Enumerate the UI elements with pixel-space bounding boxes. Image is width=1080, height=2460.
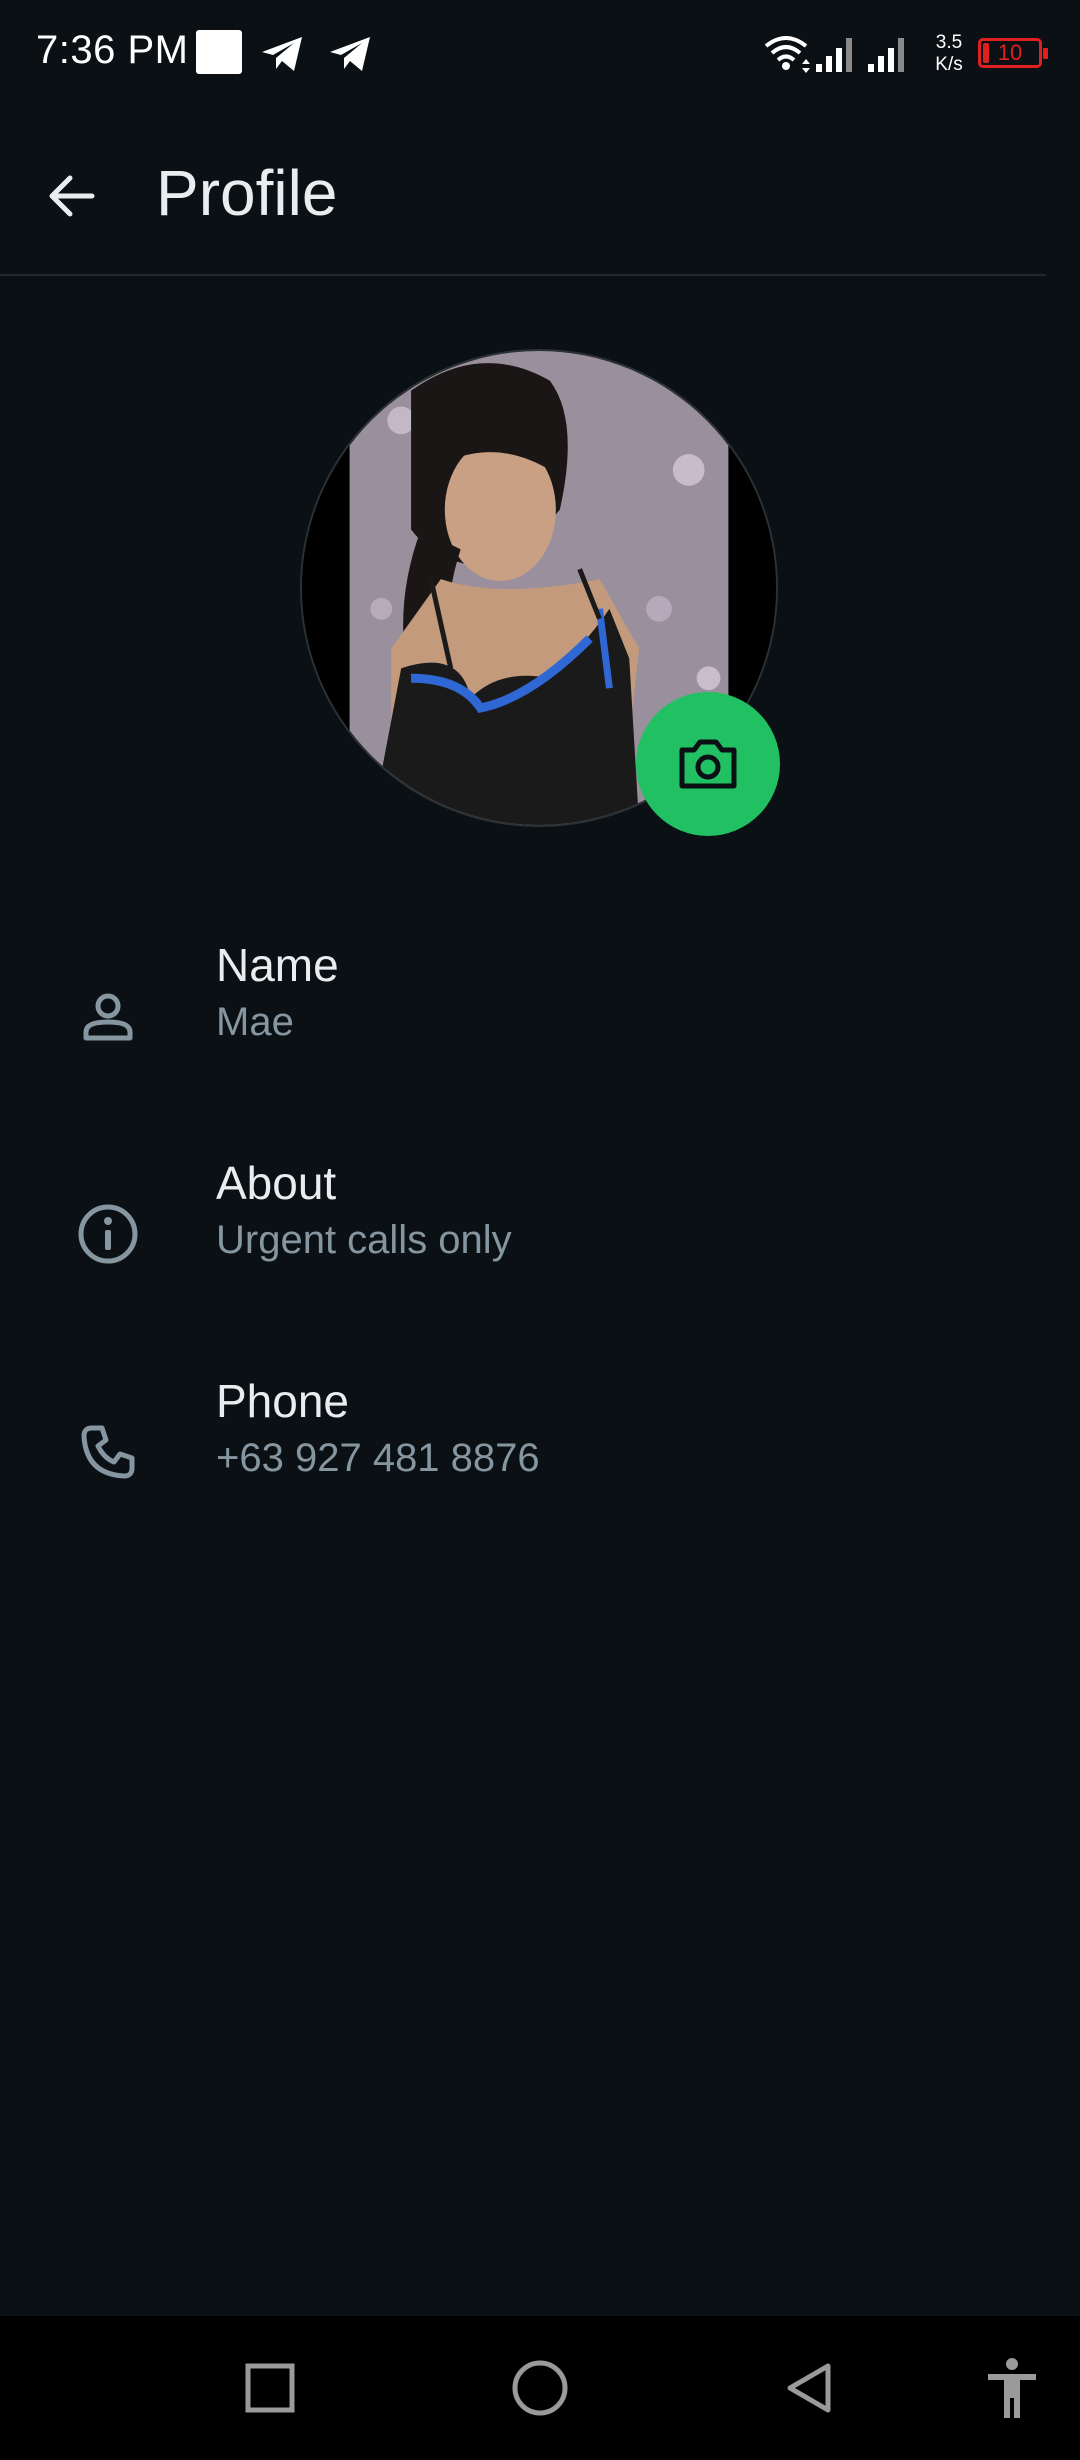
wifi-icon (764, 36, 810, 73)
recents-square-icon (245, 2363, 295, 2413)
navigation-bar (0, 2316, 1080, 2460)
signal-icon (816, 38, 852, 72)
toolbar-divider (0, 274, 1046, 276)
battery-icon: 10 (978, 38, 1048, 68)
network-speed-value: 3.5 (935, 32, 963, 53)
profile-row-about[interactable]: About Urgent calls only (0, 1156, 1080, 1346)
home-button[interactable] (504, 2352, 576, 2424)
nav-back-button[interactable] (774, 2352, 846, 2424)
row-value: +63 927 481 8876 (216, 1436, 540, 1480)
network-speed-unit: K/s (935, 54, 963, 75)
row-label: About (216, 1157, 337, 1209)
phone-icon (68, 1412, 148, 1492)
recents-button[interactable] (234, 2352, 306, 2424)
telegram-icon (330, 37, 370, 71)
person-icon (68, 976, 148, 1056)
row-label: Name (216, 939, 339, 991)
change-photo-button[interactable] (636, 692, 780, 836)
profile-row-name[interactable]: Name Mae (0, 938, 1080, 1128)
battery-level: 10 (997, 40, 1023, 65)
signal-icon (868, 38, 904, 72)
info-icon (68, 1194, 148, 1274)
camera-icon (679, 739, 737, 789)
profile-row-phone[interactable]: Phone +63 927 481 8876 (0, 1374, 1080, 1564)
arrow-left-icon (49, 175, 95, 217)
page-title: Profile (156, 157, 338, 229)
toolbar: Profile (0, 110, 1080, 275)
network-speed: 3.5 K/s (928, 32, 970, 76)
notification-square-icon (196, 30, 242, 74)
row-value: Mae (216, 1000, 294, 1044)
row-value: Urgent calls only (216, 1218, 512, 1262)
back-button[interactable] (36, 160, 108, 232)
profile-screen: 7:36 PM 3.5 K/s 10 Profile Name Mae Abou… (0, 0, 1080, 2460)
accessibility-icon (988, 2358, 1036, 2418)
row-label: Phone (216, 1375, 350, 1427)
telegram-icon (262, 37, 302, 71)
status-time: 7:36 PM (36, 28, 189, 72)
back-triangle-icon (787, 2363, 831, 2413)
accessibility-button[interactable] (976, 2352, 1048, 2424)
home-circle-icon (512, 2360, 568, 2416)
status-bar: 7:36 PM 3.5 K/s 10 (0, 0, 1080, 110)
